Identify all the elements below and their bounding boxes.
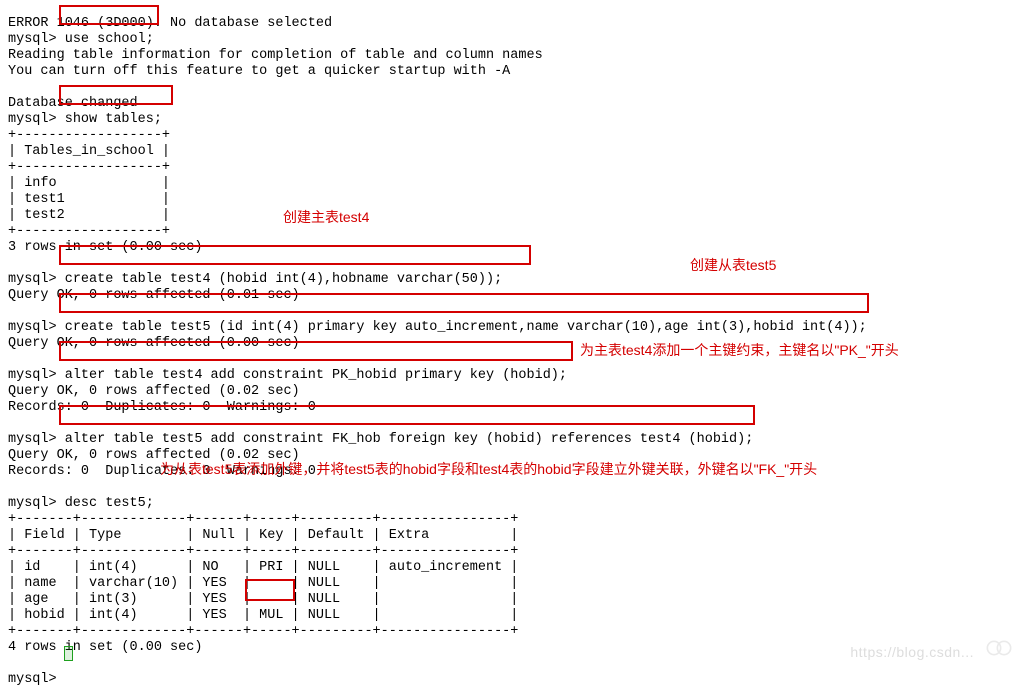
cmd-alter-test4: alter table test4 add constraint PK_hobi… (65, 368, 567, 383)
prompt: mysql> (8, 368, 65, 383)
line: +-------+-------------+------+-----+----… (8, 544, 518, 559)
prompt: mysql> (8, 320, 65, 335)
line: | Tables_in_school | (8, 144, 170, 159)
line: Reading table information for completion… (8, 48, 543, 63)
watermark-text: https://blog.csdn... (850, 644, 974, 660)
watermark-logo-icon (984, 633, 1014, 663)
line: Records: 0 Duplicates: 0 Warnings: 0 (8, 400, 316, 415)
line: +-------+-------------+------+-----+----… (8, 512, 518, 527)
prompt: mysql> (8, 272, 65, 287)
terminal-output: ERROR 1046 (3D000): No database selected… (0, 0, 1024, 688)
terminal-cursor (64, 646, 73, 661)
line: | age | int(3) | YES | | NULL | | (8, 592, 518, 607)
prompt: mysql> (8, 432, 65, 447)
line: | test2 | (8, 208, 170, 223)
line: +------------------+ (8, 160, 170, 175)
line: ERROR 1046 (3D000): No database selected (8, 16, 332, 31)
cmd-alter-test5: alter table test5 add constraint FK_hob … (65, 432, 754, 447)
line: | id | int(4) | NO | PRI | NULL | auto_i… (8, 560, 518, 575)
line: | name | varchar(10) | YES | | NULL | | (8, 576, 518, 591)
line: Query OK, 0 rows affected (0.00 sec) (8, 336, 300, 351)
line: +-------+-------------+------+-----+----… (8, 624, 518, 639)
line: | info | (8, 176, 170, 191)
line: +------------------+ (8, 128, 170, 143)
cmd-create-test5: create table test5 (id int(4) primary ke… (65, 320, 867, 335)
line: Records: 0 Duplicates: 0 Warnings: 0 (8, 464, 316, 479)
prompt: mysql> (8, 672, 65, 687)
line: | Field | Type | Null | Key | Default | … (8, 528, 518, 543)
line: You can turn off this feature to get a q… (8, 64, 510, 79)
prompt: mysql> (8, 32, 65, 47)
line: | test1 | (8, 192, 170, 207)
line: 3 rows in set (0.00 sec) (8, 240, 202, 255)
line: Query OK, 0 rows affected (0.02 sec) (8, 448, 300, 463)
line: | hobid | int(4) | YES | MUL | NULL | | (8, 608, 518, 623)
line: Database changed (8, 96, 138, 111)
cmd-create-test4: create table test4 (hobid int(4),hobname… (65, 272, 502, 287)
line: +------------------+ (8, 224, 170, 239)
cmd-show-tables: show tables; (65, 112, 162, 127)
line: Query OK, 0 rows affected (0.01 sec) (8, 288, 300, 303)
prompt: mysql> (8, 112, 65, 127)
cmd-use-school: use school; (65, 32, 154, 47)
line: Query OK, 0 rows affected (0.02 sec) (8, 384, 300, 399)
line: mysql> desc test5; (8, 496, 154, 511)
line: 4 rows in set (0.00 sec) (8, 640, 202, 655)
